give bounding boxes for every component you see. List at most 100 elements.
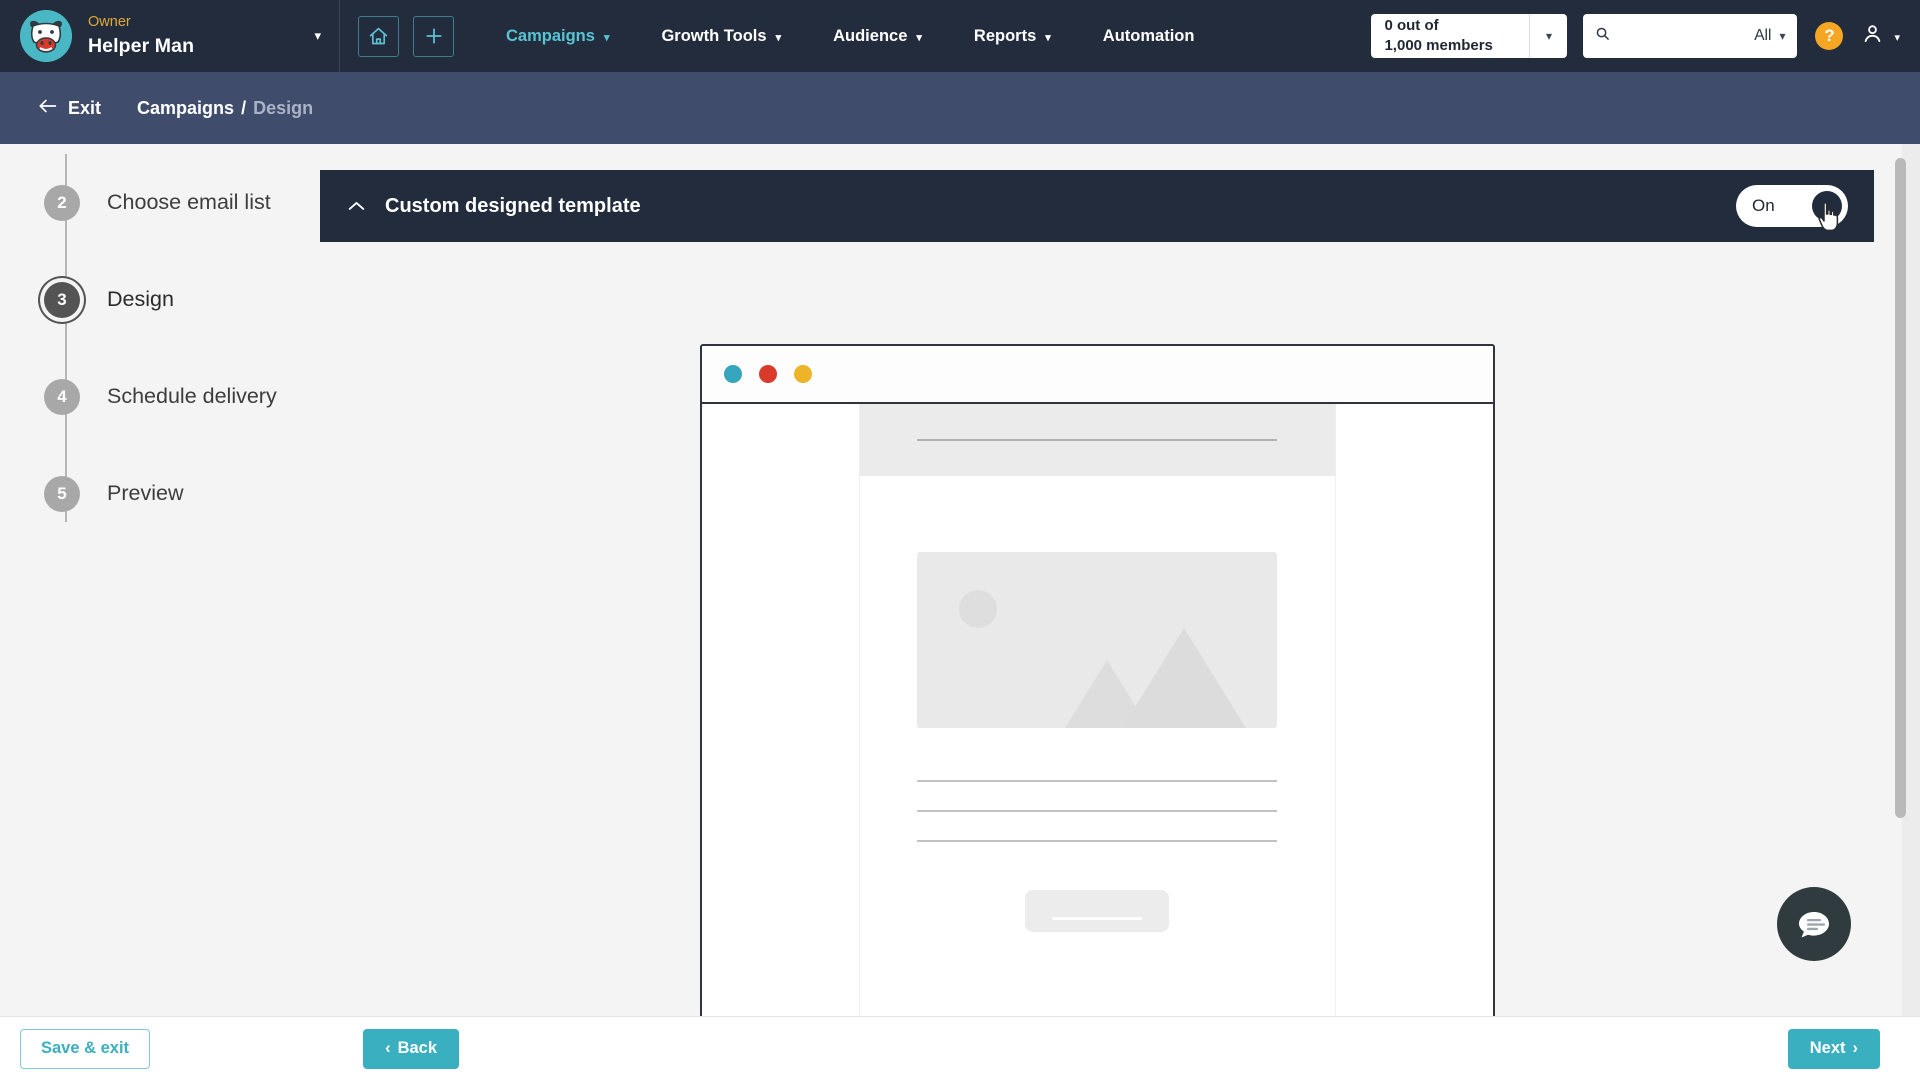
mockup-header-band xyxy=(859,404,1335,476)
mockup-text-lines xyxy=(917,780,1277,842)
chevron-down-icon[interactable]: ▾ xyxy=(1779,29,1785,43)
exit-button[interactable]: Exit xyxy=(38,98,101,119)
step-list: 2 Choose email list 3 Design 4 Schedule … xyxy=(0,154,320,542)
user-icon xyxy=(1861,22,1884,50)
arrow-left-icon xyxy=(38,98,57,119)
chevron-down-icon: ▾ xyxy=(603,31,610,44)
custom-template-panel-header: Custom designed template On xyxy=(320,170,1874,242)
breadcrumb: Campaigns / Design xyxy=(137,98,313,119)
member-count-selector[interactable]: 0 out of 1,000 members ▾ xyxy=(1371,14,1568,58)
account-role: Owner xyxy=(88,14,131,31)
step-number-badge: 2 xyxy=(44,184,80,221)
mockup-text-line xyxy=(917,780,1277,782)
chevron-down-icon: ▾ xyxy=(775,31,782,44)
nav-link-label: Growth Tools xyxy=(661,26,767,45)
mockup-left-gutter xyxy=(701,404,860,1016)
search-scope-label[interactable]: All xyxy=(1754,27,1771,45)
breadcrumb-separator: / xyxy=(241,97,247,118)
placeholder-mountain-large xyxy=(1122,628,1246,728)
chevron-down-icon[interactable]: ▾ xyxy=(1894,31,1900,44)
chevron-down-icon[interactable]: ▾ xyxy=(1529,14,1567,58)
home-icon[interactable] xyxy=(358,15,399,57)
email-template-preview xyxy=(320,344,1874,1016)
chevron-down-icon: ▾ xyxy=(916,31,922,44)
vertical-scrollbar-thumb[interactable] xyxy=(1895,158,1906,818)
window-dot-teal xyxy=(723,365,742,383)
save-and-exit-button[interactable]: Save & exit xyxy=(20,1028,151,1069)
global-search[interactable]: All ▾ xyxy=(1583,14,1798,58)
mockup-email-column xyxy=(859,404,1335,1016)
panel-title: Custom designed template xyxy=(385,194,641,217)
chevron-down-icon[interactable]: ▾ xyxy=(306,28,321,44)
step-number-badge: 3 xyxy=(44,281,80,318)
chevron-up-icon[interactable] xyxy=(348,198,365,215)
step-number-badge: 4 xyxy=(44,378,80,415)
step-label: Design xyxy=(107,287,174,311)
custom-template-toggle[interactable]: On xyxy=(1736,185,1848,227)
mockup-right-gutter xyxy=(1334,404,1493,1016)
mockup-cta-button-placeholder xyxy=(1025,890,1169,932)
chat-bubble-icon[interactable] xyxy=(1777,887,1851,961)
nav-link-audience[interactable]: Audience ▾ xyxy=(807,0,948,72)
app-root: Owner Helper Man ▾ Campaigns ▾ Growth To… xyxy=(0,0,1920,1080)
nav-link-automation[interactable]: Automation xyxy=(1077,0,1221,72)
account-menu[interactable]: ▾ xyxy=(1861,22,1900,50)
nav-link-label: Automation xyxy=(1102,26,1195,45)
member-count-line2: 1,000 members xyxy=(1384,37,1493,54)
image-placeholder-icon xyxy=(917,552,1277,728)
breadcrumb-bar: Exit Campaigns / Design xyxy=(0,72,1920,144)
breadcrumb-current: Design xyxy=(253,97,314,118)
step-label: Schedule delivery xyxy=(107,384,277,408)
help-button[interactable]: ? xyxy=(1815,22,1844,50)
exit-label: Exit xyxy=(68,97,102,118)
search-icon xyxy=(1595,26,1610,46)
nav-link-label: Campaigns xyxy=(506,26,595,45)
member-count-line1: 0 out of xyxy=(1384,17,1439,35)
mockup-header-line xyxy=(917,439,1277,441)
back-label: Back xyxy=(397,1039,438,1057)
main-panel: Custom designed template On xyxy=(320,144,1920,1016)
nav-link-label: Audience xyxy=(833,26,908,45)
plus-icon[interactable] xyxy=(413,15,454,57)
wizard-footer: Save & exit ‹ Back Next › xyxy=(0,1016,1920,1080)
search-input[interactable] xyxy=(1618,27,1747,45)
primary-nav-links: Campaigns ▾ Growth Tools ▾ Audience ▾ Re… xyxy=(480,0,1220,72)
sidebar-step-schedule-delivery[interactable]: 4 Schedule delivery xyxy=(0,348,320,445)
browser-mockup-body xyxy=(701,404,1493,1016)
sidebar-step-choose-email-list[interactable]: 2 Choose email list xyxy=(0,154,320,251)
cow-mascot-avatar xyxy=(20,10,72,62)
chevron-left-icon: ‹ xyxy=(385,1039,391,1057)
mockup-text-line xyxy=(917,810,1277,812)
step-number-badge: 5 xyxy=(44,475,80,512)
step-sidebar: 2 Choose email list 3 Design 4 Schedule … xyxy=(0,144,320,1016)
step-label: Choose email list xyxy=(107,190,271,214)
mockup-text-line xyxy=(917,840,1277,842)
back-button[interactable]: ‹ Back xyxy=(363,1028,460,1069)
nav-link-campaigns[interactable]: Campaigns ▾ xyxy=(480,0,635,72)
placeholder-sun-shape xyxy=(959,590,997,628)
nav-link-label: Reports xyxy=(973,26,1037,45)
top-navigation-bar: Owner Helper Man ▾ Campaigns ▾ Growth To… xyxy=(0,0,1920,72)
toggle-label: On xyxy=(1752,196,1775,215)
next-button[interactable]: Next › xyxy=(1787,1028,1880,1069)
sidebar-step-preview[interactable]: 5 Preview xyxy=(0,445,320,542)
browser-mockup xyxy=(699,344,1495,1016)
chevron-right-icon: › xyxy=(1852,1039,1859,1057)
step-label: Preview xyxy=(107,481,184,505)
vertical-scrollbar-track[interactable] xyxy=(1895,144,1920,1016)
next-label: Next xyxy=(1809,1039,1846,1057)
account-switcher[interactable]: Owner Helper Man ▾ xyxy=(0,0,340,72)
nav-quick-actions xyxy=(358,15,454,57)
window-dot-red xyxy=(758,365,777,383)
breadcrumb-parent[interactable]: Campaigns xyxy=(137,98,234,118)
content-area: 2 Choose email list 3 Design 4 Schedule … xyxy=(0,144,1920,1016)
account-name: Helper Man xyxy=(88,34,195,57)
toggle-knob[interactable] xyxy=(1812,191,1842,221)
nav-link-growth-tools[interactable]: Growth Tools ▾ xyxy=(635,0,807,72)
sidebar-step-design[interactable]: 3 Design xyxy=(0,251,320,348)
browser-mockup-titlebar xyxy=(701,346,1493,404)
chevron-down-icon: ▾ xyxy=(1045,31,1051,44)
window-dot-yellow xyxy=(793,365,812,383)
mockup-cta-bar xyxy=(1052,916,1142,920)
nav-link-reports[interactable]: Reports ▾ xyxy=(948,0,1077,72)
